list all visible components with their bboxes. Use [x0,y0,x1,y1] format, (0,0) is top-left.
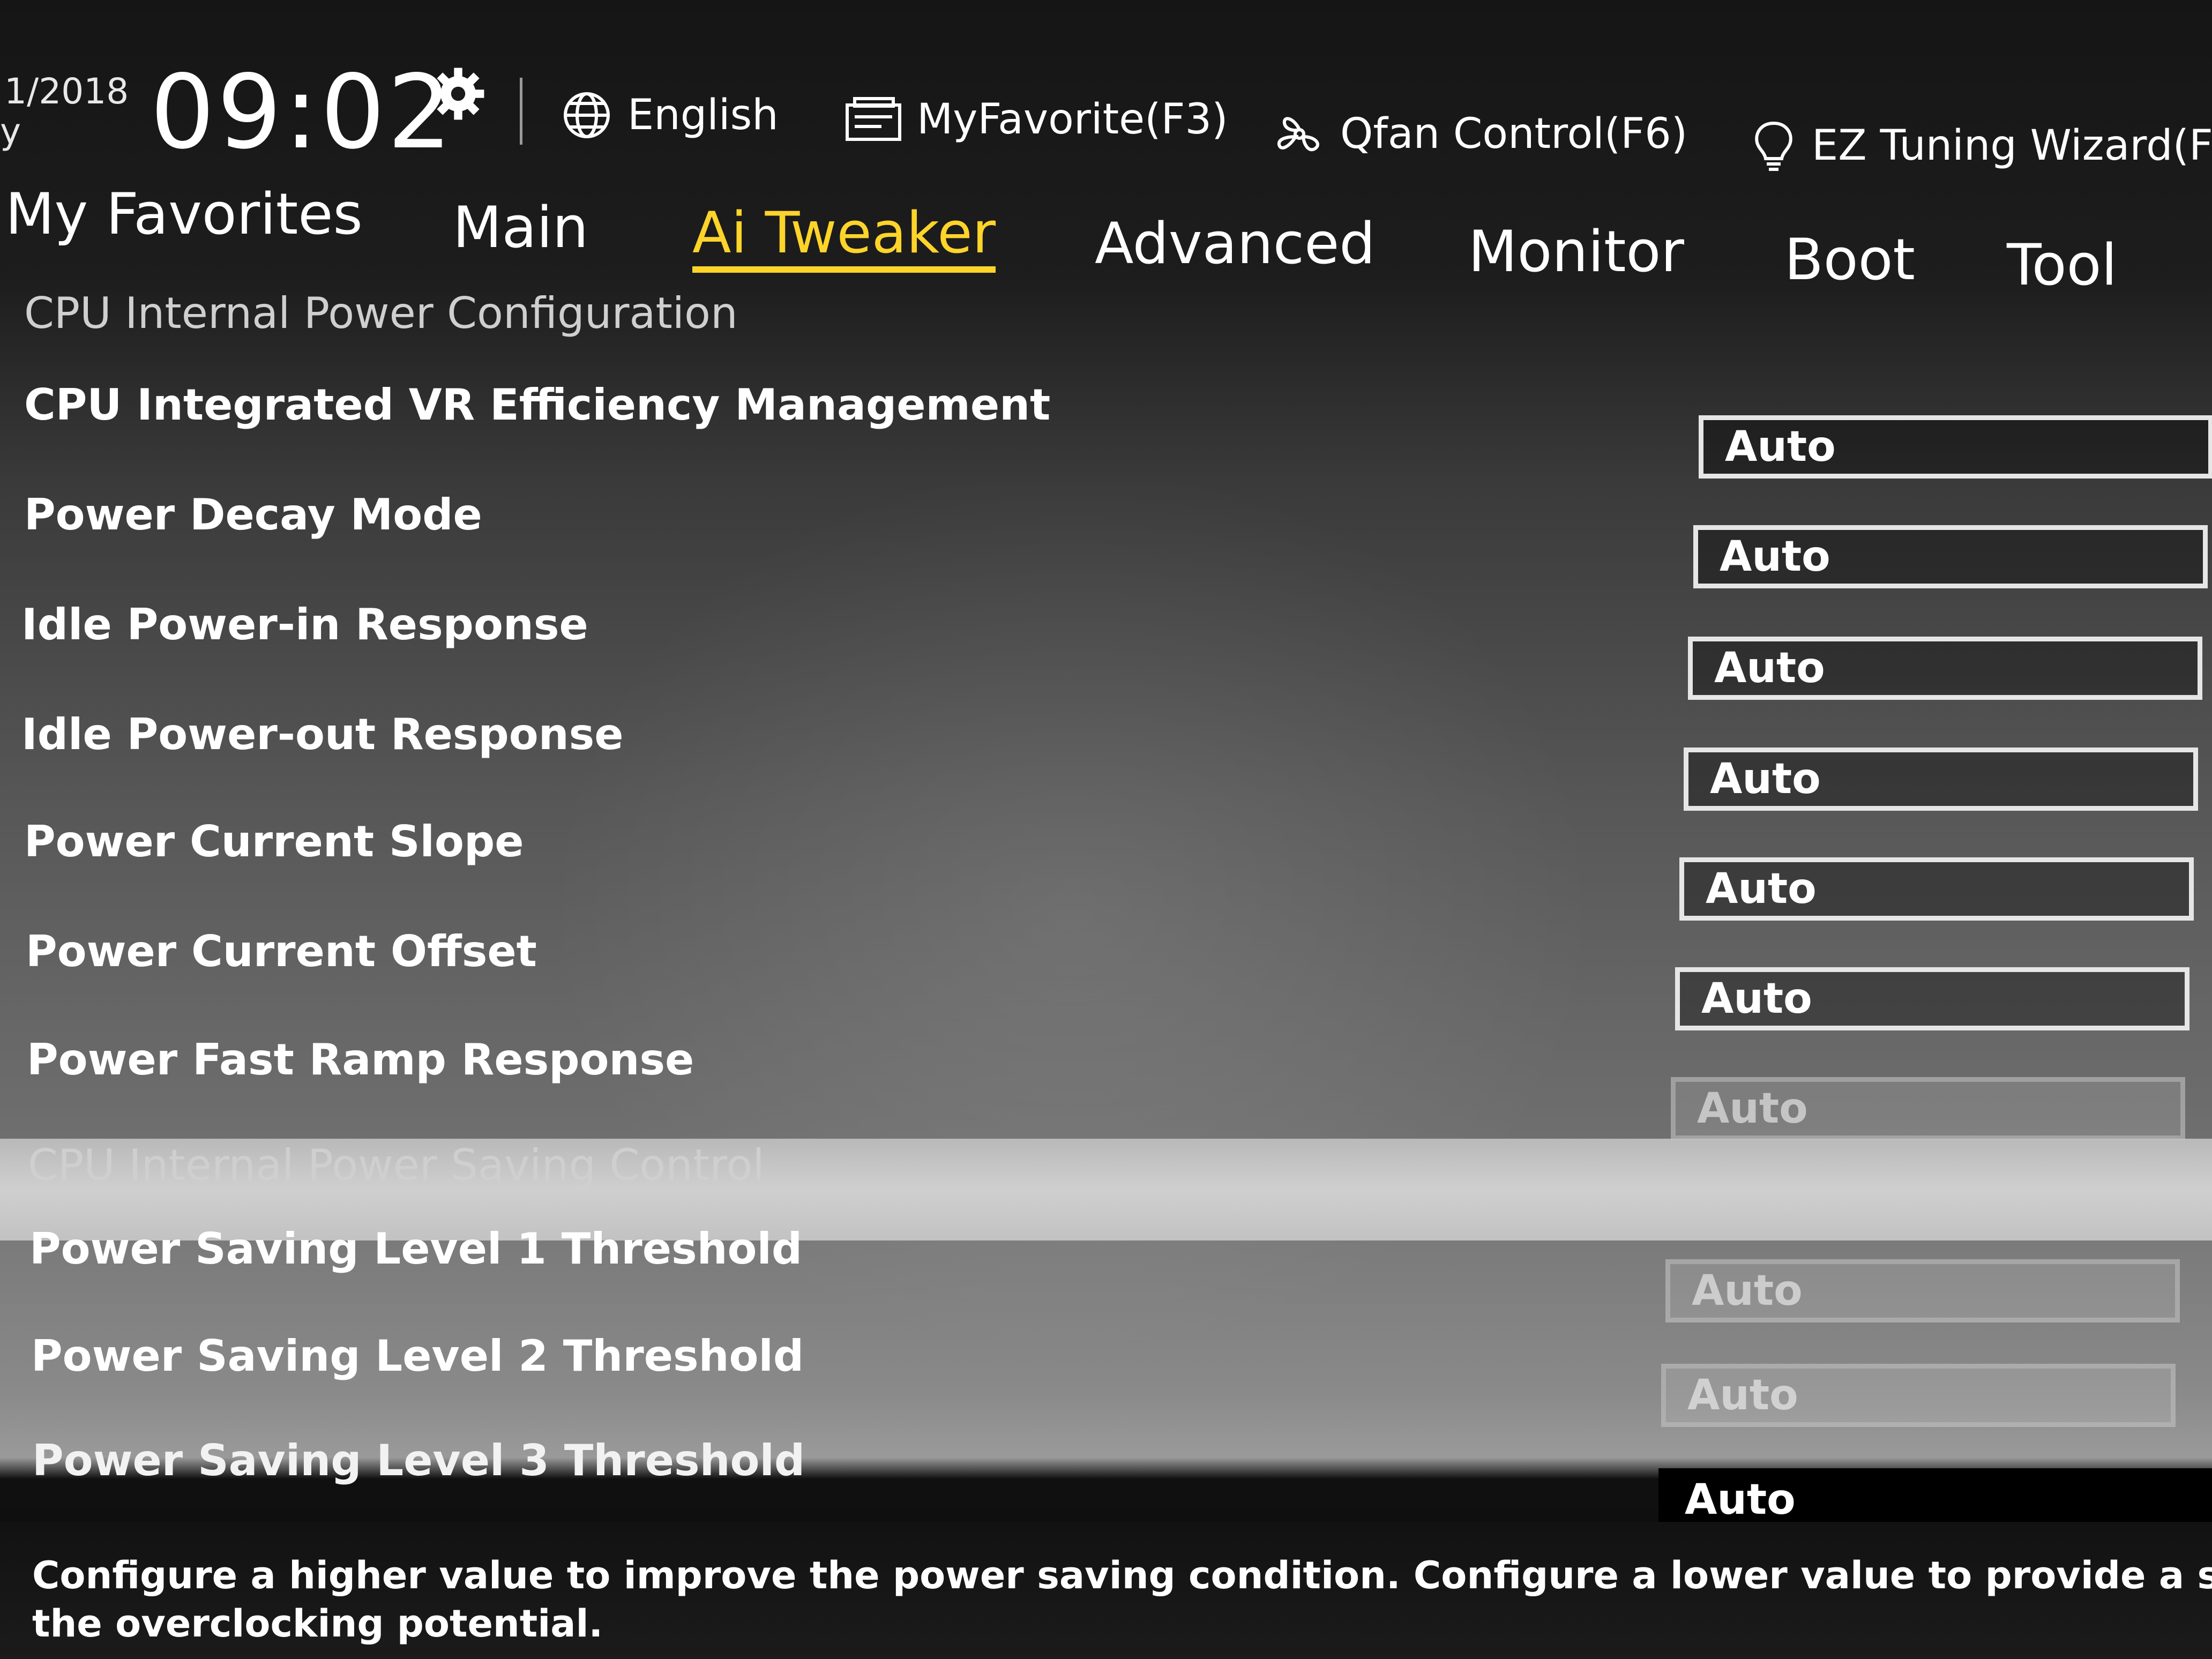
setting-value-dropdown: Auto [1661,1364,2176,1427]
tab-boot[interactable]: Boot [1784,228,1915,292]
globe-icon [564,92,610,138]
help-text-line: the overclocking potential. [32,1602,603,1646]
setting-value-dropdown[interactable]: Auto [1684,748,2198,811]
setting-label[interactable]: Idle Power-out Response [21,710,624,759]
myfavorite-button[interactable]: MyFavorite(F3) [844,95,1228,144]
bios-screen: 1/2018 y 09:02 English MyFavorite(F3) Qf… [0,0,2212,1659]
tab-advanced[interactable]: Advanced [1095,212,1376,276]
section-title: CPU Internal Power Configuration [24,288,738,338]
setting-label[interactable]: Power Current Slope [24,817,524,866]
language-label: English [627,91,779,139]
tab-tool[interactable]: Tool [2007,233,2117,297]
ez-tuning-wizard-button[interactable]: EZ Tuning Wizard(F1 [1750,119,2212,173]
setting-label[interactable]: Power Saving Level 2 Threshold [31,1332,804,1381]
setting-value-dropdown[interactable]: Auto [1699,415,2212,479]
myfavorite-label: MyFavorite(F3) [917,95,1228,144]
tab-my-favorites[interactable]: My Favorites [5,182,363,246]
tab-main[interactable]: Main [453,196,588,260]
section-title: CPU Internal Power Saving Control [28,1140,765,1190]
tab-monitor[interactable]: Monitor [1468,220,1684,284]
setting-label[interactable]: Power Current Offset [26,927,537,976]
date-text: 1/2018 [4,71,129,112]
fan-icon [1277,117,1319,152]
help-text-line: Configure a higher value to improve the … [32,1553,2212,1597]
setting-value-dropdown[interactable]: Auto [1688,637,2202,700]
gear-icon[interactable] [429,64,488,123]
clock-text: 09:02 [150,53,454,171]
menu-tabs: My Favorites Main Ai Tweaker Advanced Mo… [0,171,2212,300]
help-panel: Configure a higher value to improve the … [0,1522,2212,1659]
setting-value-dropdown[interactable]: Auto [1675,967,2189,1030]
setting-label[interactable]: Power Saving Level 1 Threshold [29,1224,802,1274]
tab-ai-tweaker[interactable]: Ai Tweaker [692,201,996,273]
setting-label[interactable]: Power Saving Level 3 Threshold [32,1436,805,1485]
ez-tuning-wizard-label: EZ Tuning Wizard(F1 [1812,122,2212,170]
setting-value-dropdown[interactable]: Auto [1693,525,2208,588]
day-text: y [0,111,21,152]
setting-label[interactable]: Power Fast Ramp Response [27,1035,694,1085]
lightbulb-icon [1755,121,1792,171]
settings-list: CPU Internal Power Configuration CPU Int… [0,288,2212,1531]
setting-value-dropdown: Auto [1665,1259,2180,1322]
toolbar-divider [520,78,522,145]
setting-label[interactable]: Idle Power-in Response [21,600,588,649]
setting-label[interactable]: Power Decay Mode [24,490,482,540]
setting-value-dropdown: Auto [1671,1077,2185,1140]
qfan-control-button[interactable]: Qfan Control(F6) [1273,107,1687,161]
status-bar: 1/2018 y 09:02 English MyFavorite(F3) Qf… [0,0,2212,171]
setting-label[interactable]: CPU Integrated VR Efficiency Management [24,380,1050,430]
favorite-window-icon [846,97,901,141]
setting-value-dropdown[interactable]: Auto [1679,857,2194,921]
language-button[interactable]: English [560,88,779,142]
qfan-control-label: Qfan Control(F6) [1340,110,1688,158]
